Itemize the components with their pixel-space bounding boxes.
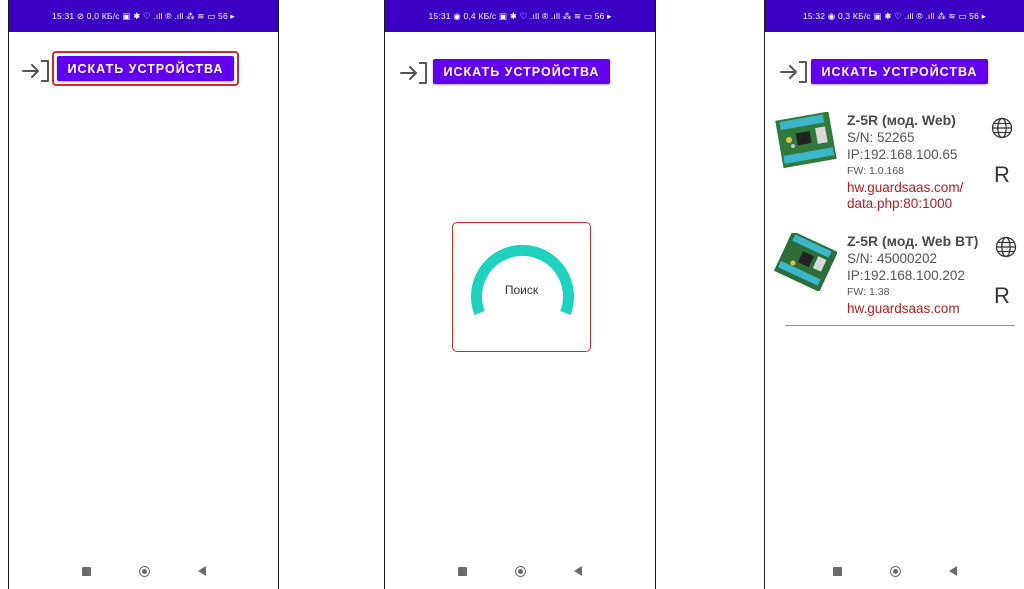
square-icon[interactable] bbox=[81, 566, 91, 576]
device-link[interactable]: hw.guardsaas.com bbox=[847, 301, 978, 317]
progress-dialog: Поиск bbox=[452, 222, 591, 352]
home-circle-icon[interactable] bbox=[515, 565, 526, 577]
device-serial: S/N: 45000202 bbox=[847, 251, 938, 266]
status-bar: 15:31 ⊘ 0,0 КБ/с ▣ ✱ ♡ .ıll ® .ıll ⁂ ≋ ▭… bbox=[9, 0, 278, 32]
device-firmware: FW: 1.0.168 bbox=[847, 165, 905, 177]
mode-indicator: R bbox=[994, 162, 1010, 187]
phone-screen-initial: 15:31 ⊘ 0,0 КБ/с ▣ ✱ ♡ .ıll ® .ıll ⁂ ≋ ▭… bbox=[8, 0, 279, 589]
device-link-continued[interactable]: data.php:80:1000 bbox=[847, 196, 963, 212]
search-devices-button[interactable]: ИСКАТЬ УСТРОЙСТВА bbox=[811, 59, 988, 84]
progress-label: Поиск bbox=[504, 283, 539, 297]
globe-icon[interactable] bbox=[991, 117, 1013, 139]
device-list-item[interactable]: Z-5R (мод. Web) S/N: 52265 IP:192.168.10… bbox=[773, 112, 1023, 224]
home-circle-icon[interactable] bbox=[138, 565, 150, 577]
login-arrow-icon[interactable] bbox=[399, 61, 429, 85]
system-nav-bar bbox=[385, 553, 655, 589]
system-nav-bar bbox=[9, 553, 278, 589]
controller-board-image bbox=[775, 112, 837, 169]
login-arrow-icon[interactable] bbox=[21, 59, 51, 83]
phone-screen-results: 15:32 ◉ 0,3 КБ/с ▣ ✱ ♡ .ıll ® .ıll ⁂ ≋ ▭… bbox=[764, 0, 1024, 589]
device-title: Z-5R (мод. Web) bbox=[847, 112, 956, 128]
device-info: Z-5R (мод. Web BT) S/N: 45000202 IP:192.… bbox=[847, 233, 978, 317]
square-icon[interactable] bbox=[458, 566, 467, 576]
home-circle-icon[interactable] bbox=[889, 565, 901, 577]
controller-board-image bbox=[773, 233, 837, 291]
device-link[interactable]: hw.guardsaas.com/ bbox=[847, 180, 963, 196]
search-devices-button[interactable]: ИСКАТЬ УСТРОЙСТВА bbox=[57, 56, 234, 81]
login-arrow-icon[interactable] bbox=[779, 60, 809, 84]
search-devices-button[interactable]: ИСКАТЬ УСТРОЙСТВА bbox=[433, 59, 610, 84]
device-title: Z-5R (мод. Web BT) bbox=[847, 233, 979, 249]
device-firmware: FW: 1.38 bbox=[847, 286, 890, 298]
device-info: Z-5R (мод. Web) S/N: 52265 IP:192.168.10… bbox=[847, 112, 963, 212]
list-divider bbox=[785, 325, 1015, 326]
system-nav-bar bbox=[765, 553, 1024, 589]
device-serial: S/N: 52265 bbox=[847, 130, 915, 145]
globe-icon[interactable] bbox=[995, 236, 1017, 258]
back-triangle-icon[interactable] bbox=[948, 566, 957, 576]
phone-screen-searching: 15:31 ◉ 0,4 КБ/с ▣ ✱ ♡ .ıll ® .ıll ⁂ ≋ ▭… bbox=[384, 0, 656, 589]
mode-indicator: R bbox=[994, 283, 1010, 308]
device-ip: IP:192.168.100.65 bbox=[847, 147, 958, 162]
status-bar: 15:31 ◉ 0,4 КБ/с ▣ ✱ ♡ .ıll ® .ıll ⁂ ≋ ▭… bbox=[385, 0, 655, 32]
device-list-item[interactable]: Z-5R (мод. Web BT) S/N: 45000202 IP:192.… bbox=[773, 233, 1023, 325]
square-icon[interactable] bbox=[832, 566, 842, 576]
device-ip: IP:192.168.100.202 bbox=[847, 268, 965, 283]
back-triangle-icon[interactable] bbox=[197, 566, 206, 576]
status-bar: 15:32 ◉ 0,3 КБ/с ▣ ✱ ♡ .ıll ® .ıll ⁂ ≋ ▭… bbox=[765, 0, 1024, 32]
back-triangle-icon[interactable] bbox=[574, 566, 582, 576]
